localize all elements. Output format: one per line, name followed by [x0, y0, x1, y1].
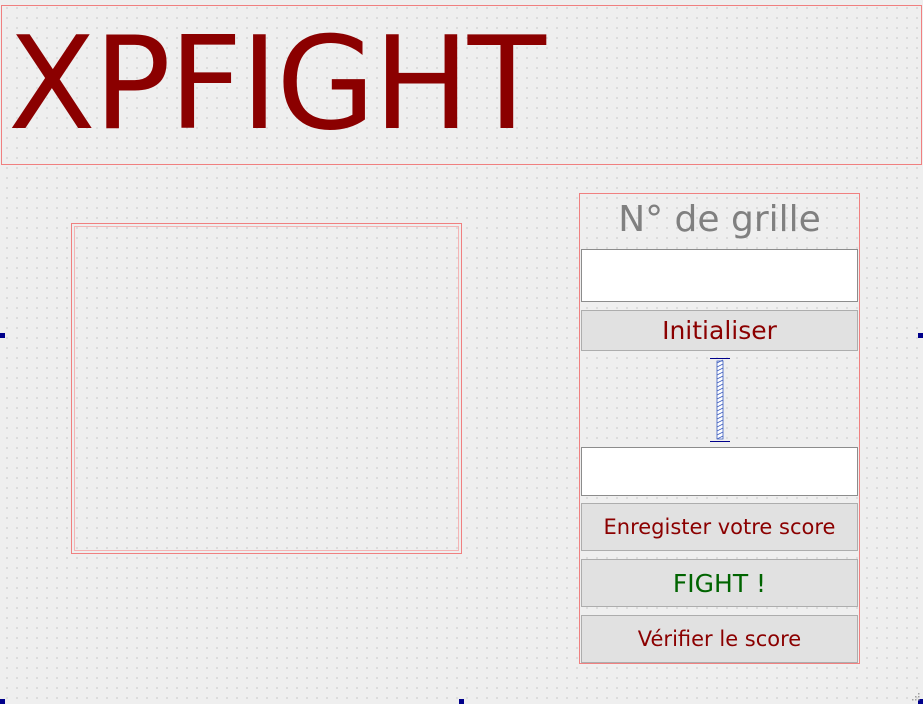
verify-score-button[interactable]: Vérifier le score — [581, 615, 858, 663]
fight-button[interactable]: FIGHT ! — [581, 559, 858, 607]
game-board-frame — [71, 223, 462, 554]
selection-handle-icon[interactable] — [459, 699, 464, 704]
grid-number-input[interactable] — [581, 249, 858, 302]
vertical-spacer-icon — [710, 358, 730, 442]
app-title: XPFIGHT — [8, 10, 546, 159]
side-panel: N° de grille Initialiser Enregister votr… — [579, 193, 860, 664]
grid-number-label: N° de grille — [618, 199, 821, 240]
game-board[interactable] — [74, 226, 459, 551]
save-score-button[interactable]: Enregister votre score — [581, 503, 858, 551]
initialize-button[interactable]: Initialiser — [581, 310, 858, 351]
score-input[interactable] — [581, 447, 858, 496]
selection-handle-icon[interactable] — [918, 333, 923, 338]
resize-grip-icon[interactable] — [911, 692, 921, 702]
selection-handle-icon[interactable] — [0, 333, 5, 338]
selection-handle-icon[interactable] — [0, 699, 5, 704]
title-frame: XPFIGHT — [1, 5, 922, 165]
